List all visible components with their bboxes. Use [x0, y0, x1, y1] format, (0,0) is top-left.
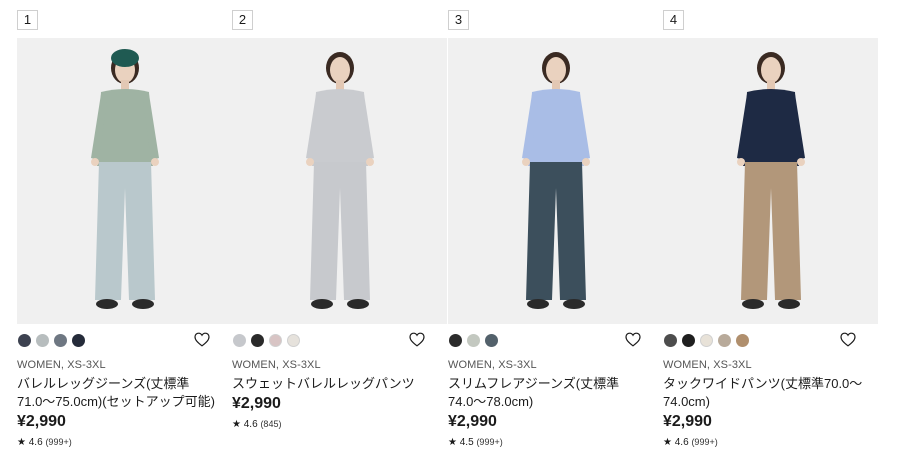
product-price: ¥2,990 — [448, 413, 497, 430]
product-price: ¥2,990 — [663, 413, 712, 430]
favorite-heart-icon[interactable] — [625, 332, 641, 347]
product-grid: 1 WOMEN, XS-3XL バレルレッグジーンズ(丈標準71.0〜75.0c… — [0, 0, 900, 449]
color-swatches — [664, 334, 749, 348]
gender-size-label: WOMEN, XS-3XL — [448, 359, 537, 371]
star-icon: ★ — [232, 419, 241, 430]
favorite-heart-icon[interactable] — [840, 332, 856, 347]
product-rating: ★ 4.6 (845) — [232, 419, 281, 430]
rating-value: 4.6 — [243, 419, 258, 430]
product-card[interactable]: 3 WOMEN, XS-3XL スリムフレアジーンズ(丈標準74.0〜78.0c… — [448, 0, 663, 449]
color-swatch[interactable] — [233, 334, 246, 347]
model-figure-illustration — [522, 52, 590, 309]
product-name[interactable]: スリムフレアジーンズ(丈標準74.0〜78.0cm) — [448, 375, 648, 411]
color-swatches — [18, 334, 85, 348]
favorite-heart-icon[interactable] — [409, 332, 425, 347]
product-image[interactable] — [663, 38, 878, 324]
gender-size-label: WOMEN, XS-3XL — [663, 359, 752, 371]
product-price: ¥2,990 — [232, 395, 281, 412]
model-figure-illustration — [306, 52, 374, 309]
rank-badge: 1 — [17, 10, 38, 30]
product-rating: ★ 4.6 (999+) — [17, 437, 72, 448]
star-icon: ★ — [448, 437, 457, 448]
color-swatch[interactable] — [269, 334, 282, 347]
color-swatch[interactable] — [449, 334, 462, 347]
color-swatch[interactable] — [18, 334, 31, 347]
review-count: (845) — [260, 419, 282, 429]
model-figure-illustration — [91, 49, 159, 309]
rank-badge: 3 — [448, 10, 469, 30]
color-swatch[interactable] — [485, 334, 498, 347]
color-swatch[interactable] — [467, 334, 480, 347]
review-count: (999+) — [45, 437, 72, 447]
product-card[interactable]: 1 WOMEN, XS-3XL バレルレッグジーンズ(丈標準71.0〜75.0c… — [17, 0, 232, 449]
model-figure-illustration — [737, 52, 805, 309]
color-swatch[interactable] — [251, 334, 264, 347]
review-count: (999+) — [476, 437, 503, 447]
rating-value: 4.6 — [674, 437, 689, 448]
color-swatch[interactable] — [718, 334, 731, 347]
gender-size-label: WOMEN, XS-3XL — [232, 359, 321, 371]
product-image[interactable] — [448, 38, 663, 324]
color-swatch[interactable] — [700, 334, 713, 347]
star-icon: ★ — [663, 437, 672, 448]
rating-value: 4.6 — [28, 437, 43, 448]
product-card[interactable]: 4 WOMEN, XS-3XL タックワイドパンツ(丈標準70.0〜74.0cm… — [663, 0, 878, 449]
product-rating: ★ 4.6 (999+) — [663, 437, 718, 448]
product-price: ¥2,990 — [17, 413, 66, 430]
product-card[interactable]: 2 WOMEN, XS-3XL スウェットバレルレッグパンツ ¥2,990 ★ … — [232, 0, 447, 449]
product-name[interactable]: スウェットバレルレッグパンツ — [232, 375, 432, 393]
color-swatches — [233, 334, 300, 348]
product-name[interactable]: タックワイドパンツ(丈標準70.0〜74.0cm) — [663, 375, 863, 411]
review-count: (999+) — [691, 437, 718, 447]
color-swatch[interactable] — [664, 334, 677, 347]
rank-badge: 4 — [663, 10, 684, 30]
color-swatch[interactable] — [54, 334, 67, 347]
color-swatch[interactable] — [736, 334, 749, 347]
product-name[interactable]: バレルレッグジーンズ(丈標準71.0〜75.0cm)(セットアップ可能) — [17, 375, 217, 411]
color-swatch[interactable] — [72, 334, 85, 347]
product-rating: ★ 4.5 (999+) — [448, 437, 503, 448]
gender-size-label: WOMEN, XS-3XL — [17, 359, 106, 371]
color-swatch[interactable] — [36, 334, 49, 347]
product-image[interactable] — [17, 38, 232, 324]
star-icon: ★ — [17, 437, 26, 448]
color-swatch[interactable] — [682, 334, 695, 347]
product-image[interactable] — [232, 38, 447, 324]
color-swatches — [449, 334, 498, 348]
color-swatch[interactable] — [287, 334, 300, 347]
rank-badge: 2 — [232, 10, 253, 30]
favorite-heart-icon[interactable] — [194, 332, 210, 347]
rating-value: 4.5 — [459, 437, 474, 448]
